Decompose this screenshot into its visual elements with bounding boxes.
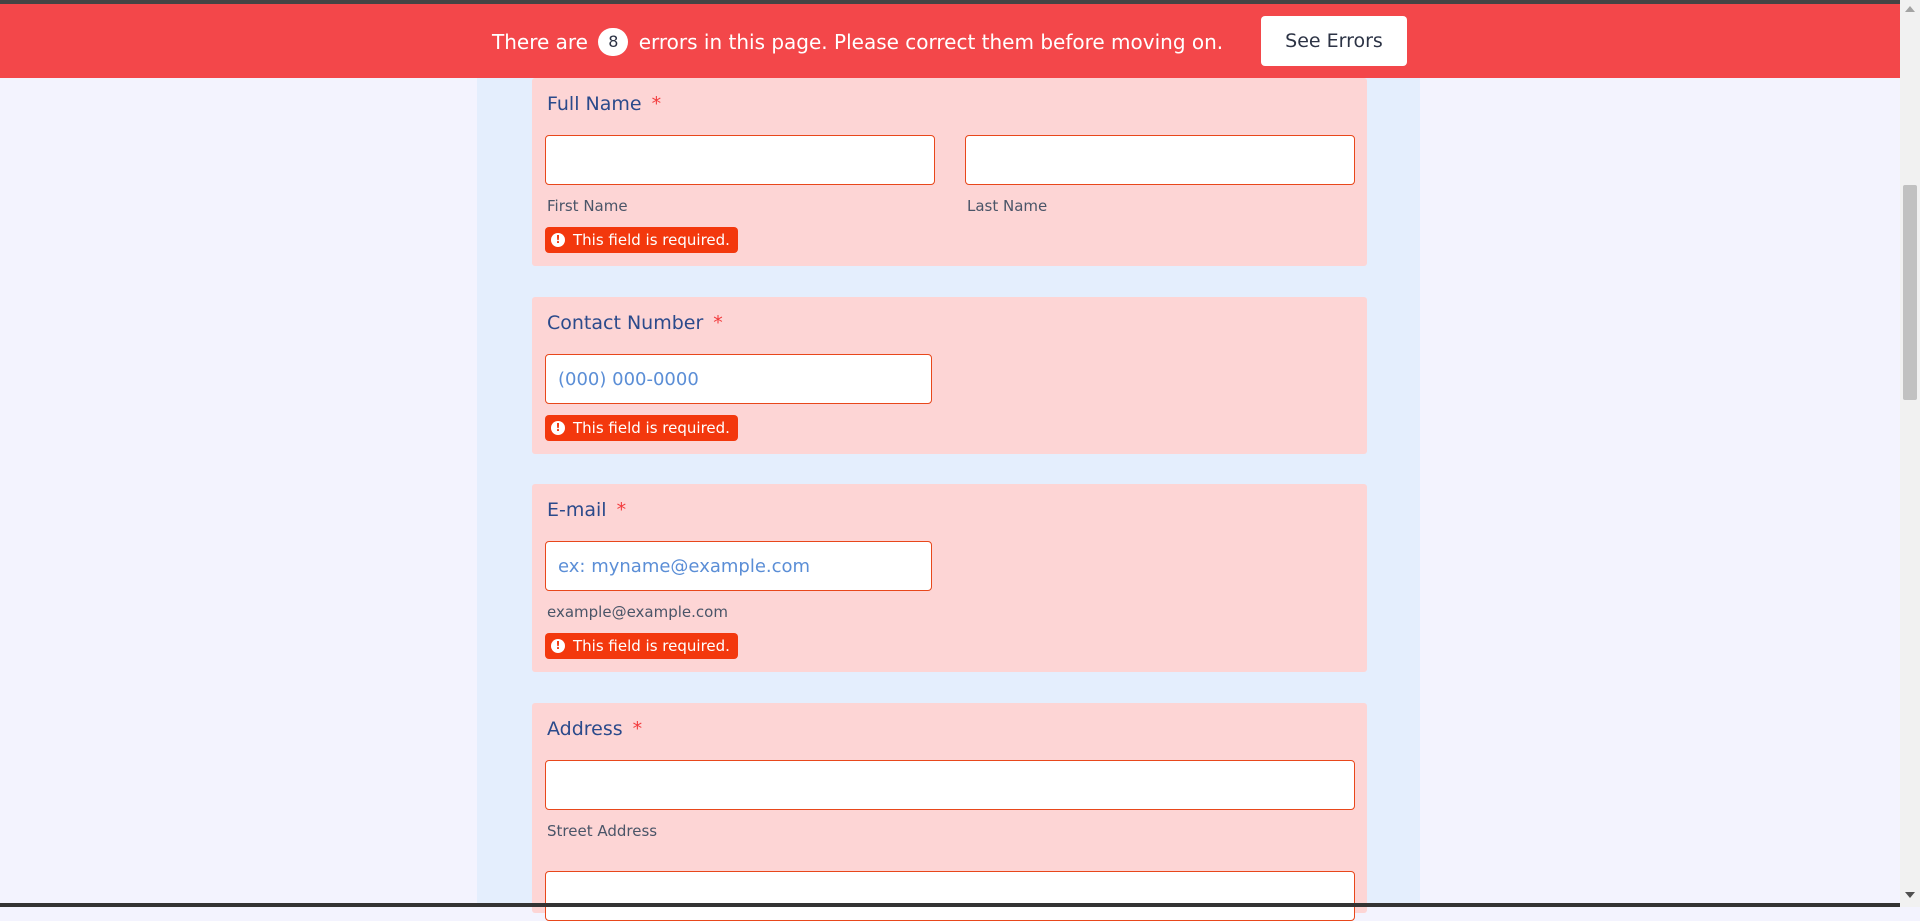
- form-container: Full Name * First Name Last Name ! This f…: [477, 78, 1420, 921]
- vertical-scrollbar[interactable]: [1900, 0, 1920, 907]
- error-count-badge: 8: [598, 28, 629, 56]
- error-text: This field is required.: [573, 419, 730, 437]
- full-name-label: Full Name *: [547, 93, 662, 115]
- street-address-sublabel: Street Address: [547, 822, 658, 840]
- required-asterisk: *: [632, 718, 643, 740]
- error-banner-message: There are 8 errors in this page. Please …: [492, 28, 1223, 56]
- email-error: ! This field is required.: [545, 633, 738, 659]
- street-address-line-2-input[interactable]: [545, 871, 1355, 921]
- required-asterisk: *: [616, 499, 627, 521]
- full-name-field-group: Full Name * First Name Last Name ! This f…: [532, 78, 1367, 266]
- first-name-input[interactable]: [545, 135, 935, 185]
- address-label: Address *: [547, 718, 643, 740]
- required-asterisk: *: [651, 93, 662, 115]
- scroll-up-arrow-icon[interactable]: [1905, 6, 1915, 12]
- email-label: E-mail *: [547, 499, 627, 521]
- address-field-group: Address * Street Address: [532, 703, 1367, 921]
- contact-number-error: ! This field is required.: [545, 415, 738, 441]
- required-asterisk: *: [713, 312, 723, 334]
- banner-text-before: There are: [492, 30, 588, 54]
- contact-number-field-group: Contact Number* ! This field is required…: [532, 297, 1367, 454]
- error-banner: There are 8 errors in this page. Please …: [0, 4, 1900, 78]
- error-icon: !: [551, 639, 565, 653]
- street-address-input[interactable]: [545, 760, 1355, 810]
- banner-text-after: errors in this page. Please correct them…: [638, 30, 1224, 54]
- error-text: This field is required.: [573, 231, 730, 249]
- email-field-group: E-mail* example@example.com ! This field…: [532, 484, 1367, 672]
- last-name-sublabel: Last Name: [967, 197, 1048, 215]
- contact-number-label: Contact Number *: [547, 312, 723, 334]
- scroll-down-arrow-icon[interactable]: [1905, 892, 1915, 898]
- last-name-input[interactable]: [965, 135, 1355, 185]
- scrollbar-thumb[interactable]: [1903, 185, 1917, 400]
- email-sublabel: example@example.com: [547, 603, 728, 621]
- contact-number-input[interactable]: [545, 354, 932, 404]
- error-icon: !: [551, 421, 565, 435]
- full-name-error: ! This field is required.: [545, 227, 738, 253]
- error-icon: !: [551, 233, 565, 247]
- error-text: This field is required.: [573, 637, 730, 655]
- see-errors-button[interactable]: See Errors: [1261, 16, 1407, 66]
- window-bottom-edge: [0, 903, 1900, 907]
- email-input[interactable]: [545, 541, 932, 591]
- first-name-sublabel: First Name: [547, 197, 628, 215]
